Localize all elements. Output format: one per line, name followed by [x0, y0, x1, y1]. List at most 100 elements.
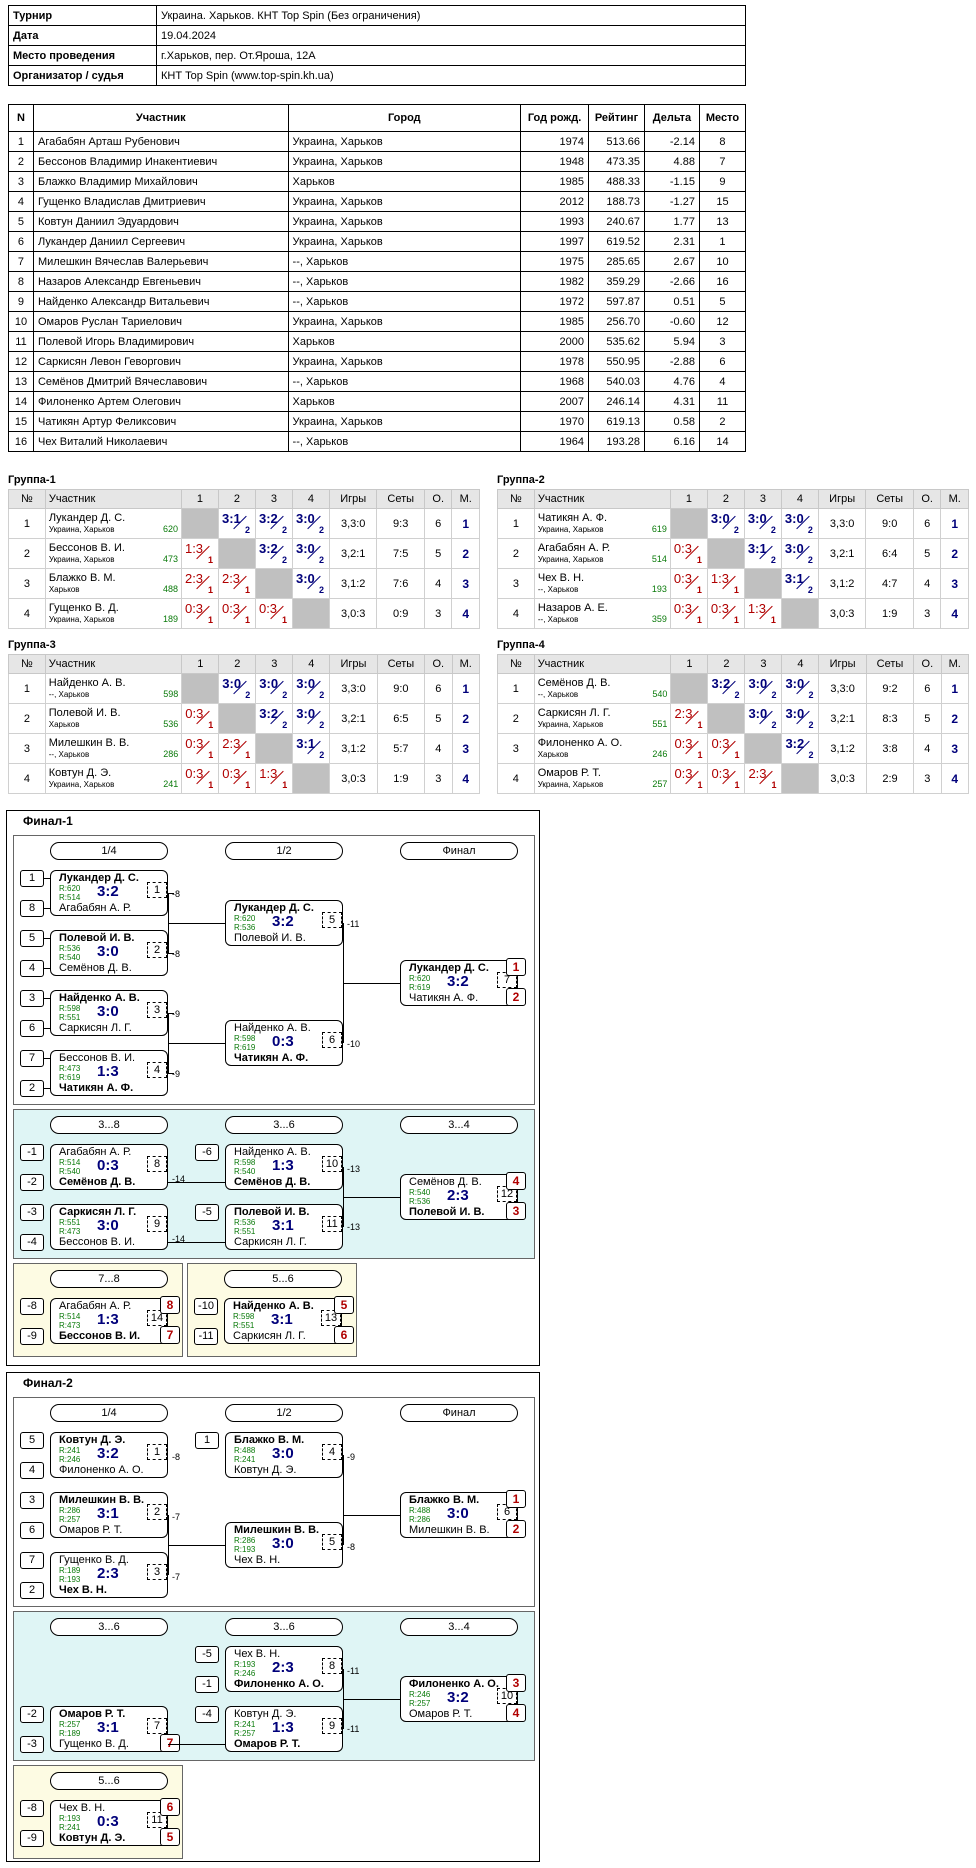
round-label: 3...6	[225, 1618, 343, 1636]
table-cell: 5	[698, 291, 747, 312]
table-cell: 535.62	[588, 331, 645, 352]
match-box: Найденко А. В. R:598 R:619 0:3 6 Чатикян А. Ф…	[225, 1020, 343, 1066]
match-points: 2	[318, 555, 324, 565]
group-col-header: Игры	[329, 654, 378, 674]
group-row: 1 Найденко А. В. 598 --, Харьков 3:0 2 3:0 2 3:0…	[8, 673, 480, 704]
match-points: 1	[733, 585, 739, 595]
table-cell: 11	[8, 331, 34, 352]
match-player-1: Блажко В. М.	[409, 1494, 480, 1506]
match-box: Саркисян Л. Г. R:551 R:473 3:0 9 Бессонов В. …	[50, 1204, 168, 1250]
match-box: Найденко А. В. R:598 R:551 3:0 3 Саркисян Л. …	[50, 990, 168, 1036]
table-cell: -2.66	[644, 271, 700, 292]
match-score: 3:0 2	[293, 674, 329, 700]
loser-destination-label: -10	[347, 1039, 361, 1049]
table-cell: 9	[698, 171, 747, 192]
place-cell: 4	[451, 598, 480, 629]
place-cell: 1	[940, 508, 969, 539]
match-score: 1:3	[97, 1063, 119, 1080]
games-cell: 3,0:3	[328, 598, 378, 629]
group-col-header: О.	[423, 489, 453, 509]
match-score: 2:3	[97, 1565, 119, 1582]
match-player-2: Семёнов Д. В.	[234, 1176, 311, 1188]
match-points: 2	[319, 750, 325, 760]
match-result-cell	[180, 508, 219, 539]
player-city: --, Харьков	[537, 584, 579, 594]
group-table: № Участник 1 2 3 4 Игры Сеты О. М. 1 Лукандер Д. С.…	[8, 489, 480, 629]
match-box: Полевой И. В. R:536 R:540 3:0 2 Семёнов Д. В.	[50, 930, 168, 976]
match-number: 9	[322, 1718, 342, 1734]
table-cell: 8	[698, 131, 747, 152]
table-cell: 0.58	[644, 411, 700, 432]
player-name: Саркисян Л. Г.	[537, 706, 611, 719]
match-result-cell: 0:3 1	[181, 703, 220, 734]
group-col-header: 2	[706, 489, 745, 509]
final-place-box: 8	[160, 1296, 180, 1314]
table-row: 5 Ковтун Даниил Эдуардович Украина, Харько…	[8, 211, 747, 232]
match-score: 3:2	[272, 913, 294, 930]
match-result-cell: 2:3 1	[180, 568, 219, 599]
group-row-number: 1	[8, 508, 46, 539]
match-number: 3	[147, 1002, 167, 1018]
match-result-cell: 0:3 1	[669, 568, 708, 599]
table-cell: 7	[698, 151, 747, 172]
match-score: 0:3 1	[708, 734, 744, 760]
table-cell: 8	[8, 271, 34, 292]
match-rating-1: R:488	[234, 1446, 256, 1455]
table-cell: 3	[8, 171, 34, 192]
table-cell: 1974	[520, 131, 590, 152]
match-result-cell	[744, 733, 783, 764]
match-result-cell: 3:0 2	[744, 703, 783, 734]
match-score: 1:3 1	[256, 764, 292, 790]
match-box: Найденко А. В. R:598 R:540 1:3 10 Семёнов Д. …	[225, 1144, 343, 1190]
table-cell: Украина, Харьков	[287, 311, 522, 332]
match-rating-2: R:286	[409, 1515, 431, 1524]
group-col-header: М.	[940, 489, 969, 509]
group-col-header: Сеты	[865, 654, 915, 674]
match-score: 0:3 1	[182, 599, 218, 625]
group-player-cell: Милешкин В. В. 286 --, Харьков	[44, 733, 183, 764]
group-row-number: 3	[497, 568, 535, 599]
match-rating-1: R:536	[59, 944, 81, 953]
match-result-cell: 1:3 1	[255, 763, 294, 794]
seed-box: 4	[20, 960, 44, 977]
table-cell: 16	[698, 271, 747, 292]
player-rating: 257	[652, 778, 668, 789]
match-player-1: Блажко В. М.	[234, 1434, 305, 1446]
match-rating-2: R:189	[59, 1729, 81, 1738]
bracket-line	[168, 953, 174, 954]
player-name: Семёнов Д. В.	[537, 676, 611, 689]
seed-box: 5	[20, 930, 44, 947]
group-row: 4 Гущенко В. Д. 189 Украина, Харьков 0:3 1 0:3…	[8, 598, 480, 629]
seed-box: -3	[20, 1204, 44, 1221]
info-key: Место проведения	[8, 45, 157, 66]
group-row: 4 Омаров Р. Т. 257 Украина, Харьков 0:3 1 0:3 1…	[497, 763, 970, 794]
match-points: 1	[245, 750, 251, 760]
match-rating-2: R:257	[234, 1729, 256, 1738]
player-city: Украина, Харьков	[48, 554, 115, 564]
loser-destination-label: -9	[347, 1452, 356, 1462]
match-rating-2: R:257	[59, 1515, 81, 1524]
place-cell: 3	[451, 733, 480, 764]
match-number: 3	[147, 1564, 167, 1580]
table-cell: Украина, Харьков	[287, 151, 522, 172]
table-cell: 13	[698, 211, 747, 232]
match-result-cell: 3:0 2	[255, 673, 294, 704]
final-place-box: 4	[506, 1704, 526, 1722]
group-table: № Участник 1 2 3 4 Игры Сеты О. М. 1 Чатикян А. Ф. 6…	[497, 489, 969, 629]
match-box: Семёнов Д. В. R:540 R:536 2:3 12 Полевой И. В…	[400, 1174, 518, 1220]
table-cell: Филоненко Артем Олегович	[32, 391, 289, 412]
tournament-info-table: Турнир Украина. Харьков. КНТ Top Spin (Бе…	[8, 5, 746, 86]
player-rating: 359	[651, 613, 667, 624]
group-block: Группа-3 № Участник 1 2 3 4 Игры Сеты О. М. 1 Найден…	[8, 639, 480, 794]
match-points: 2	[770, 555, 776, 565]
match-rating-1: R:241	[59, 1446, 81, 1455]
match-box: Агабабян А. Р. R:514 R:540 0:3 8 Семёнов Д. В…	[50, 1144, 168, 1190]
group-row: 1 Лукандер Д. С. 620 Украина, Харьков 3:1 2 3:…	[8, 508, 480, 539]
col-header: Дельта	[644, 104, 700, 132]
match-rating-1: R:286	[59, 1506, 81, 1515]
match-box: Лукандер Д. С. R:620 R:619 3:2 7 Чатикян А. Ф…	[400, 960, 518, 1006]
player-city-line: 619 Украина, Харьков	[538, 524, 667, 535]
table-cell: 4	[8, 191, 34, 212]
games-cell: 3,2:1	[818, 703, 867, 734]
player-name: Филоненко А. О.	[537, 736, 623, 749]
